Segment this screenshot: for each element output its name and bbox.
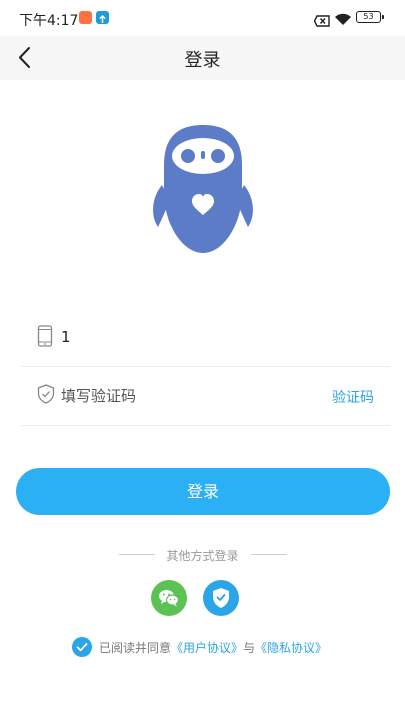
agreement-prefix: 已阅读并同意 xyxy=(99,641,172,655)
phone-field-row xyxy=(21,310,390,367)
phone-input[interactable] xyxy=(61,322,321,352)
status-time: 下午4:17 xyxy=(19,13,79,29)
wechat-icon xyxy=(159,590,180,607)
upload-notification-icon xyxy=(96,11,109,24)
wechat-login-button[interactable] xyxy=(151,580,187,616)
login-button[interactable]: 登录 xyxy=(16,468,390,515)
app-logo xyxy=(148,123,258,259)
status-bar: 下午4:17 53 xyxy=(0,0,405,36)
shield-check-icon xyxy=(37,384,55,408)
agreement-checkbox[interactable] xyxy=(72,637,92,657)
agreement-text: 已阅读并同意《用户协议》与《隐私协议》 xyxy=(99,639,327,656)
battery-icon: 53 xyxy=(356,11,384,23)
nav-header: 登录 xyxy=(0,36,405,80)
privacy-agreement-link[interactable]: 《隐私协议》 xyxy=(255,641,327,655)
phone-icon xyxy=(37,325,53,351)
no-sim-icon xyxy=(313,12,330,31)
notification-app-icon xyxy=(79,11,92,24)
get-code-button[interactable]: 验证码 xyxy=(332,387,374,407)
other-login-label: 其他方式登录 xyxy=(166,549,239,563)
check-icon xyxy=(76,643,88,652)
verification-code-input[interactable] xyxy=(61,381,321,411)
user-agreement-link[interactable]: 《用户协议》 xyxy=(171,641,243,655)
code-field-row: 验证码 xyxy=(21,369,390,426)
wifi-icon xyxy=(334,11,352,30)
page-title: 登录 xyxy=(184,50,221,71)
shield-check-icon xyxy=(213,588,229,608)
divider-right xyxy=(251,554,287,555)
security-login-button[interactable] xyxy=(203,580,239,616)
agreement-connector: 与 xyxy=(243,641,256,655)
